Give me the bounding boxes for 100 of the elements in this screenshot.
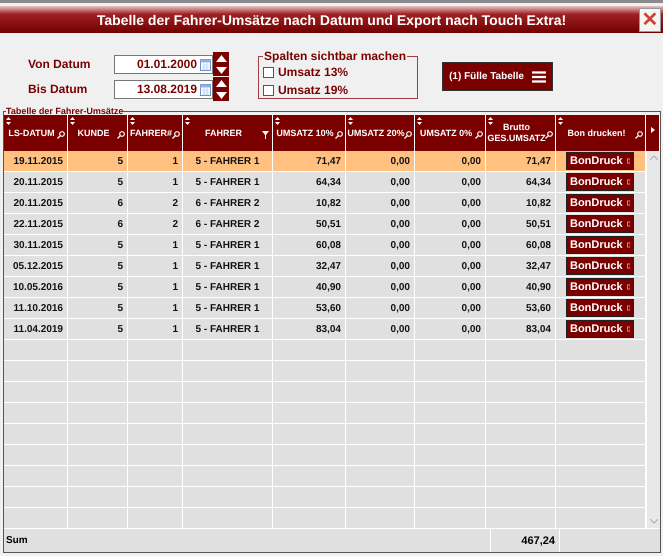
table-cell: 5 - FAHRER 1	[183, 319, 273, 340]
fill-table-button[interactable]: (1) Fülle Tabelle	[442, 62, 553, 91]
table-cell: 1	[128, 151, 183, 172]
calendar-icon[interactable]	[200, 82, 211, 96]
table-cell: 5 - FAHRER 1	[183, 277, 273, 298]
up-arrow-icon[interactable]	[216, 54, 226, 62]
table-cell: 0,00	[415, 298, 486, 319]
table-cell: 5 - FAHRER 1	[183, 235, 273, 256]
table-cell: 83,04	[273, 319, 346, 340]
print-receipt-button[interactable]: BonDruck	[566, 194, 634, 212]
table-cell: 10,82	[273, 193, 346, 214]
print-receipt-button[interactable]: BonDruck	[566, 299, 634, 317]
down-arrow-icon[interactable]	[216, 66, 226, 74]
column-header[interactable]: Bon drucken!	[556, 115, 646, 151]
print-receipt-button[interactable]: BonDruck	[566, 152, 634, 170]
sort-icon[interactable]	[6, 117, 11, 125]
sort-icon[interactable]	[558, 117, 563, 125]
column-header[interactable]: UMSATZ 0%	[415, 115, 486, 151]
checkbox[interactable]	[263, 84, 274, 96]
table-cell: 6	[68, 193, 128, 214]
sort-icon[interactable]	[185, 117, 190, 125]
table-cell: 53,60	[486, 298, 556, 319]
table-cell: 50,51	[273, 214, 346, 235]
table-cell: 5	[68, 235, 128, 256]
table-cell: 20.11.2015	[4, 172, 68, 193]
table-cell: 0,00	[346, 298, 415, 319]
table-cell: 40,90	[486, 277, 556, 298]
sort-icon[interactable]	[348, 117, 353, 125]
sort-icon[interactable]	[488, 117, 493, 125]
print-receipt-button[interactable]: BonDruck	[566, 320, 634, 338]
search-icon[interactable]	[545, 131, 553, 139]
up-arrow-icon[interactable]	[216, 80, 226, 86]
sort-icon[interactable]	[130, 117, 135, 125]
search-icon[interactable]	[335, 131, 343, 139]
window-title: Tabelle der Fahrer-Umsätze nach Datum und Export nach Touch Extra!	[96, 12, 568, 28]
table-cell: 1	[128, 172, 183, 193]
table-cell: 0,00	[415, 193, 486, 214]
table-cell: 5	[68, 256, 128, 277]
date-label: Bis Datum	[28, 82, 88, 96]
table-cell: 0,00	[415, 172, 486, 193]
column-header[interactable]: KUNDE	[68, 115, 128, 151]
table-title: Tabelle der Fahrer-Umsätze	[6, 107, 124, 115]
table-cell: 0,00	[415, 256, 486, 277]
table-cell: 0,00	[346, 193, 415, 214]
column-header[interactable]: UMSATZ 20%	[346, 115, 415, 151]
table-cell: 1	[128, 319, 183, 340]
spin-buttons[interactable]	[213, 52, 229, 76]
filter-icon[interactable]	[262, 131, 269, 139]
table-cell: 5 - FAHRER 1	[183, 298, 273, 319]
search-icon[interactable]	[172, 131, 180, 139]
table-cell: 11.04.2019	[4, 319, 68, 340]
column-header[interactable]: FAHRER	[183, 115, 273, 151]
table-cell: 64,34	[273, 172, 346, 193]
table-cell: 30.11.2015	[4, 235, 68, 256]
table-cell: 11.10.2016	[4, 298, 68, 319]
down-arrow-icon[interactable]	[216, 92, 226, 98]
calendar-icon[interactable]	[200, 58, 211, 70]
print-receipt-button[interactable]: BonDruck	[566, 215, 634, 233]
checkbox-label[interactable]: Umsatz 19%	[278, 83, 348, 97]
right-arrow-icon[interactable]	[651, 127, 655, 133]
sort-icon[interactable]	[70, 117, 75, 125]
column-header[interactable]: FAHRER#	[128, 115, 183, 151]
column-header[interactable]: UMSATZ 10%	[273, 115, 346, 151]
checkbox[interactable]	[263, 66, 274, 78]
table-cell: 83,04	[486, 319, 556, 340]
search-icon[interactable]	[57, 131, 65, 139]
table-cell: 0,00	[346, 172, 415, 193]
close-button[interactable]: ✕	[639, 8, 661, 32]
table-cell: 10.05.2016	[4, 277, 68, 298]
column-header[interactable]	[646, 115, 660, 151]
print-receipt-button[interactable]: BonDruck	[566, 173, 634, 191]
table-cell: 1	[128, 235, 183, 256]
print-receipt-button[interactable]: BonDruck	[566, 257, 634, 275]
table-cell: 0,00	[346, 256, 415, 277]
table-cell: 71,47	[486, 151, 556, 172]
checkbox-label[interactable]: Umsatz 13%	[278, 65, 348, 79]
print-receipt-button[interactable]: BonDruck	[566, 278, 634, 296]
table-cell: 19.11.2015	[4, 151, 68, 172]
date-label: Von Datum	[28, 57, 92, 71]
column-header[interactable]: Brutto GES.UMSATZ	[486, 115, 556, 151]
spin-buttons[interactable]	[213, 77, 229, 101]
column-header[interactable]: LS-DATUM	[4, 115, 68, 151]
table-cell: 0,00	[346, 235, 415, 256]
search-icon[interactable]	[404, 131, 412, 139]
table-cell: 20.11.2015	[4, 193, 68, 214]
group-title: Spalten sichtbar machen	[263, 49, 408, 63]
sort-icon[interactable]	[417, 117, 422, 125]
date-field[interactable]: 13.08.2019	[114, 80, 213, 98]
table-cell: 6 - FAHRER 2	[183, 214, 273, 235]
table-cell: 6	[68, 214, 128, 235]
table-cell: 22.11.2015	[4, 214, 68, 235]
table-cell: 64,34	[486, 172, 556, 193]
sort-icon[interactable]	[275, 117, 280, 125]
table-cell: 5	[68, 298, 128, 319]
search-icon[interactable]	[475, 131, 483, 139]
search-icon[interactable]	[117, 131, 125, 139]
table-cell: 5	[68, 151, 128, 172]
search-icon[interactable]	[635, 131, 643, 139]
print-receipt-button[interactable]: BonDruck	[566, 236, 634, 254]
date-field[interactable]: 01.01.2000	[114, 54, 213, 74]
